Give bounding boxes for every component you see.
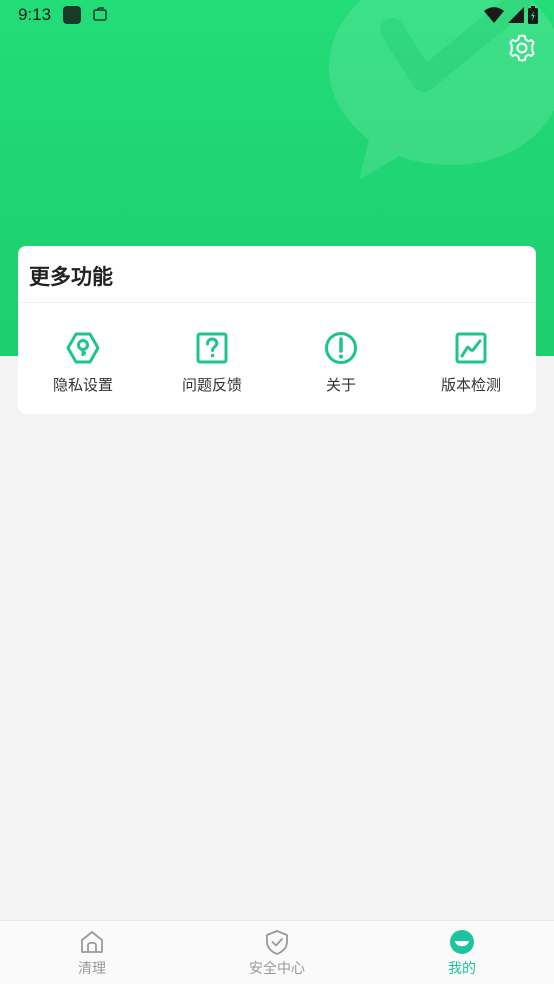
status-bar: 9:13 bbox=[0, 0, 554, 30]
settings-button[interactable] bbox=[506, 32, 538, 64]
nav-label: 清理 bbox=[78, 961, 106, 977]
nav-item-mine[interactable]: 我的 bbox=[402, 929, 522, 983]
nav-label: 我的 bbox=[448, 961, 476, 977]
feature-about[interactable]: 关于 bbox=[276, 330, 406, 400]
chart-line-icon bbox=[455, 332, 487, 364]
features-grid: 隐私设置 问题反馈 关于 版本检测 bbox=[18, 330, 536, 400]
battery-icon bbox=[528, 6, 538, 24]
nav-label: 安全中心 bbox=[249, 961, 305, 977]
more-features-card: 更多功能 隐私设置 问题反馈 关于 版本检测 bbox=[18, 246, 536, 414]
feature-label: 问题反馈 bbox=[181, 376, 242, 394]
nav-item-clean[interactable]: 清理 bbox=[32, 929, 152, 983]
card-title: 更多功能 bbox=[29, 265, 113, 289]
status-time: 9:13 bbox=[18, 5, 52, 24]
nav-item-security-center[interactable]: 安全中心 bbox=[217, 929, 337, 983]
question-icon bbox=[196, 332, 228, 364]
home-icon bbox=[81, 931, 103, 953]
shield-check-icon bbox=[266, 930, 288, 955]
feature-version-check[interactable]: 版本检测 bbox=[406, 330, 536, 400]
exclamation-circle-icon bbox=[325, 332, 357, 364]
app-notification-icon bbox=[63, 6, 81, 24]
screen: 9:13 更多功能 隐私设置 问题反馈 关于 版本检测 清理 安全中心 我的 bbox=[0, 0, 554, 984]
status-indicators bbox=[484, 6, 538, 24]
wifi-icon bbox=[484, 7, 504, 23]
feature-label: 关于 bbox=[325, 376, 356, 394]
feature-label: 版本检测 bbox=[440, 376, 501, 394]
feature-privacy-settings[interactable]: 隐私设置 bbox=[18, 330, 148, 400]
feature-label: 隐私设置 bbox=[52, 376, 113, 394]
key-hexagon-icon bbox=[66, 332, 100, 364]
feature-feedback[interactable]: 问题反馈 bbox=[147, 330, 277, 400]
clipboard-notification-icon bbox=[93, 7, 107, 21]
gear-icon bbox=[509, 34, 535, 62]
bottom-navigation: 清理 安全中心 我的 bbox=[0, 920, 554, 984]
card-divider bbox=[18, 302, 536, 303]
signal-icon bbox=[508, 7, 524, 23]
smile-icon bbox=[450, 930, 474, 954]
